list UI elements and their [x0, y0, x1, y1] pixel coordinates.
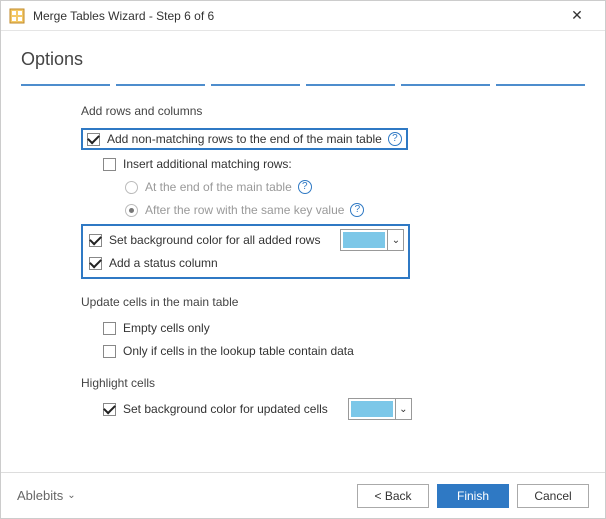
checkbox-bg-added[interactable]: [89, 234, 102, 247]
option-insert-additional: Insert additional matching rows:: [81, 153, 545, 175]
checkbox-insert-additional[interactable]: [103, 158, 116, 171]
window-title: Merge Tables Wizard - Step 6 of 6: [33, 9, 557, 23]
option-only-if-lookup: Only if cells in the lookup table contai…: [81, 340, 545, 362]
color-swatch-added: [343, 232, 385, 248]
option-bg-added: Set background color for all added rows …: [87, 229, 404, 251]
finish-button[interactable]: Finish: [437, 484, 509, 508]
checkbox-only-if-lookup[interactable]: [103, 345, 116, 358]
section-label-highlight: Highlight cells: [81, 376, 545, 390]
radio-after-key-row: After the row with the same key value ?: [81, 199, 545, 221]
color-swatch-updated: [351, 401, 393, 417]
label-only-if-lookup: Only if cells in the lookup table contai…: [123, 344, 354, 358]
label-empty-only: Empty cells only: [123, 321, 210, 335]
content-area: Options Add rows and columns Add non-mat…: [1, 31, 605, 472]
label-radio-after-key: After the row with the same key value: [145, 203, 344, 217]
label-non-matching: Add non-matching rows to the end of the …: [107, 132, 382, 146]
option-status-column: Add a status column: [87, 252, 404, 274]
checkbox-bg-updated[interactable]: [103, 403, 116, 416]
chevron-down-icon: ⌄: [395, 399, 411, 419]
checkbox-status-column[interactable]: [89, 257, 102, 270]
option-bg-updated: Set background color for updated cells ⌄: [81, 398, 545, 420]
radio-end-of-main: At the end of the main table ?: [81, 176, 545, 198]
label-radio-end: At the end of the main table: [145, 180, 292, 194]
titlebar: Merge Tables Wizard - Step 6 of 6 ✕: [1, 1, 605, 31]
section-add-rows-cols: Add rows and columns Add non-matching ro…: [81, 104, 545, 281]
footer: Ablebits ⌄ < Back Finish Cancel: [1, 472, 605, 518]
page-title: Options: [21, 49, 585, 70]
color-picker-updated[interactable]: ⌄: [348, 398, 412, 420]
cancel-button[interactable]: Cancel: [517, 484, 589, 508]
label-bg-updated: Set background color for updated cells: [123, 402, 328, 416]
label-bg-added: Set background color for all added rows: [109, 233, 320, 247]
app-icon: [9, 8, 25, 24]
radio-after-key: [125, 204, 138, 217]
help-icon[interactable]: ?: [388, 132, 402, 146]
label-insert-additional: Insert additional matching rows:: [123, 157, 292, 171]
close-icon[interactable]: ✕: [557, 7, 597, 24]
help-icon[interactable]: ?: [350, 203, 364, 217]
help-icon[interactable]: ?: [298, 180, 312, 194]
section-label-addrows: Add rows and columns: [81, 104, 545, 118]
label-status-column: Add a status column: [109, 256, 218, 270]
brand-menu[interactable]: Ablebits ⌄: [17, 488, 76, 503]
chevron-down-icon: ⌄: [387, 230, 403, 250]
section-label-update: Update cells in the main table: [81, 295, 545, 309]
brand-label: Ablebits: [17, 488, 63, 503]
checkbox-non-matching[interactable]: [87, 133, 100, 146]
option-empty-only: Empty cells only: [81, 317, 545, 339]
step-indicator: [21, 84, 585, 86]
section-update-cells: Update cells in the main table Empty cel…: [81, 295, 545, 362]
section-highlight: Highlight cells Set background color for…: [81, 376, 545, 420]
chevron-down-icon: ⌄: [67, 490, 75, 501]
checkbox-empty-only[interactable]: [103, 322, 116, 335]
color-picker-added[interactable]: ⌄: [340, 229, 404, 251]
back-button[interactable]: < Back: [357, 484, 429, 508]
callout-bg-status: Set background color for all added rows …: [81, 224, 410, 279]
option-non-matching-callout: Add non-matching rows to the end of the …: [81, 128, 408, 150]
radio-end: [125, 181, 138, 194]
